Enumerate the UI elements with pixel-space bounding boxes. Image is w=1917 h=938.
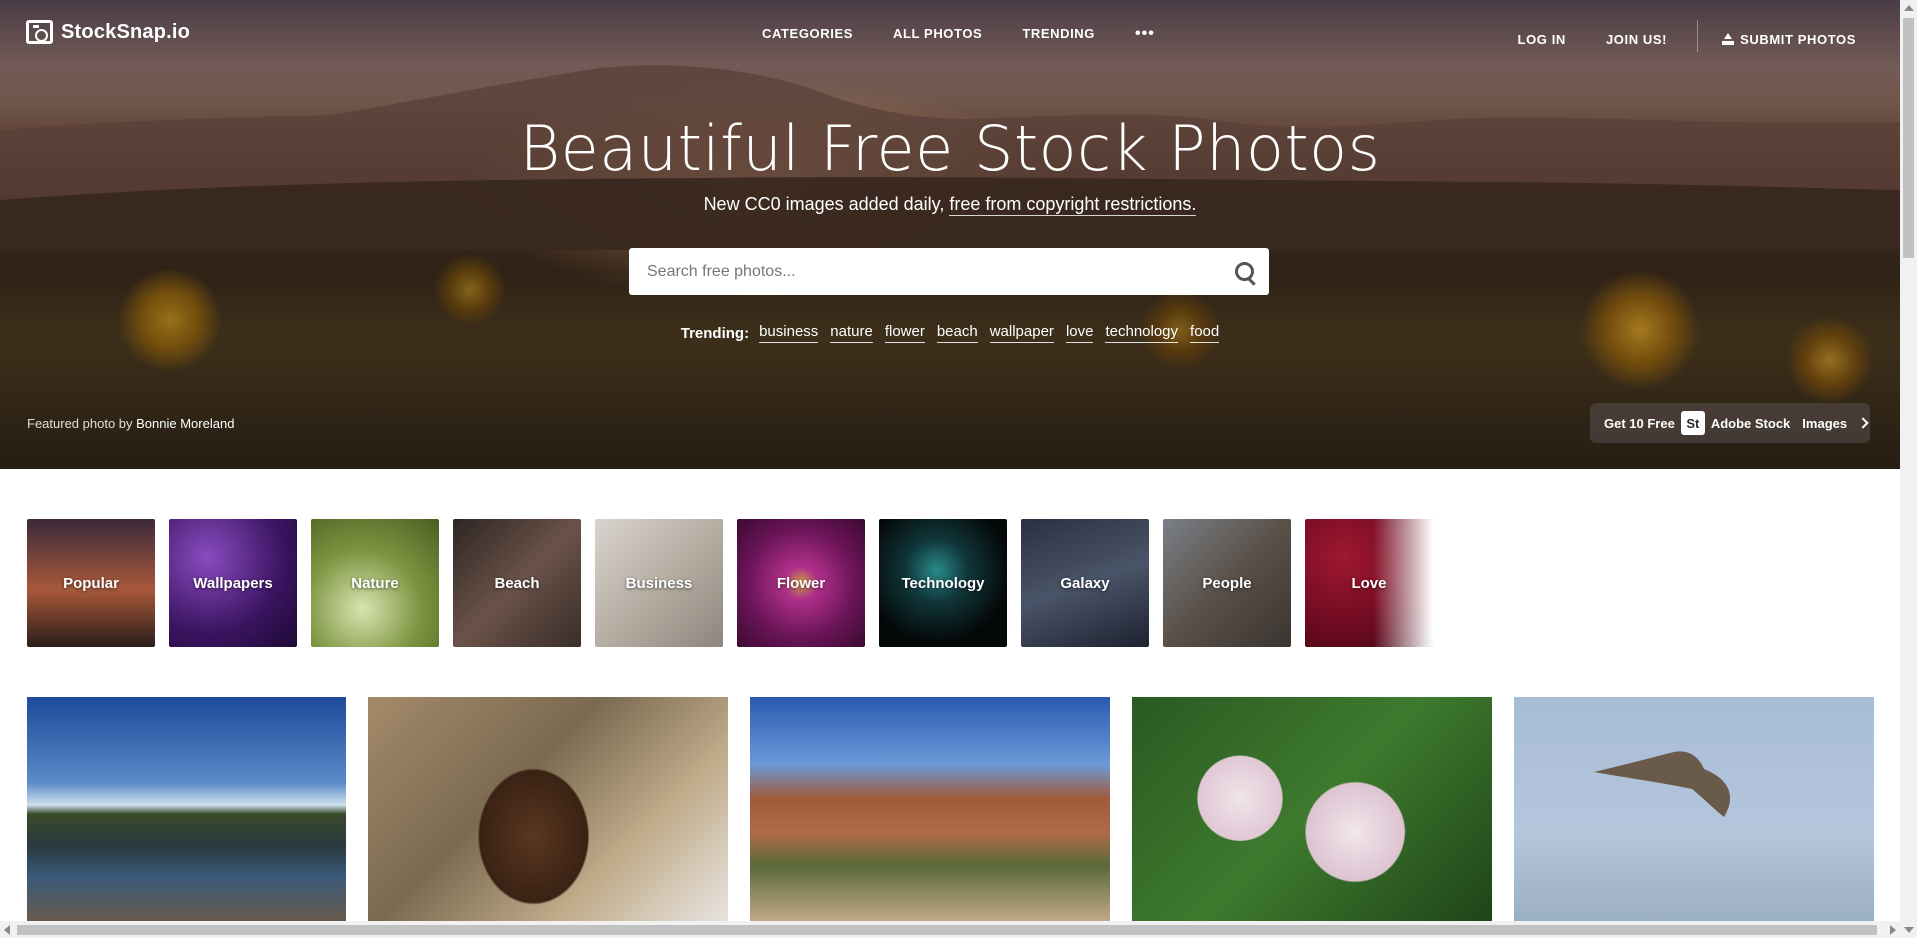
copyright-link[interactable]: free from copyright restrictions. <box>949 194 1197 216</box>
category-tile-galaxy[interactable]: Galaxy <box>1021 519 1149 647</box>
adobe-suffix: Images <box>1802 415 1848 431</box>
scrollbar-thumb[interactable] <box>17 925 1877 935</box>
hero-title: Beautiful Free Stock Photos <box>519 112 1381 185</box>
category-label: People <box>1202 574 1252 592</box>
trending-label: Trending: <box>680 324 750 342</box>
category-tiles: Popular Wallpapers Nature Beach Business… <box>27 519 1433 647</box>
category-tile-people[interactable]: People <box>1163 519 1291 647</box>
login-link[interactable]: LOG IN <box>1518 32 1566 47</box>
category-label: Love <box>1351 574 1387 592</box>
horizontal-scrollbar[interactable] <box>0 921 1900 938</box>
search-bar <box>629 248 1269 295</box>
category-label: Nature <box>351 574 399 592</box>
category-label: Flower <box>776 574 826 592</box>
hero-banner: StockSnap.io CATEGORIES ALL PHOTOS TREND… <box>0 0 1900 469</box>
vertical-scrollbar[interactable] <box>1900 0 1917 938</box>
adobe-stock-logo-icon: St <box>1680 411 1705 435</box>
camera-icon <box>26 20 53 44</box>
more-menu-icon[interactable]: ••• <box>1135 25 1155 41</box>
category-tile-flower[interactable]: Flower <box>737 519 865 647</box>
category-tile-wallpapers[interactable]: Wallpapers <box>169 519 297 647</box>
trending-tag-nature[interactable]: nature <box>830 323 873 343</box>
submit-photos-button[interactable]: SUBMIT PHOTOS <box>1722 32 1856 47</box>
bird-silhouette <box>1594 751 1731 817</box>
photo-grid <box>27 697 1874 922</box>
account-nav: LOG IN JOIN US! SUBMIT PHOTOS <box>1478 20 1856 52</box>
chevron-right-icon <box>1857 417 1869 429</box>
trending-tag-business[interactable]: business <box>759 323 819 343</box>
trending-tag-wallpaper[interactable]: wallpaper <box>989 323 1054 343</box>
nav-all-photos[interactable]: ALL PHOTOS <box>893 26 982 41</box>
adobe-stock-promo-button[interactable]: Get 10 Free St Adobe Stock Images <box>1590 403 1870 443</box>
adobe-brand: Adobe Stock <box>1710 415 1791 431</box>
scroll-right-icon[interactable] <box>1890 925 1896 935</box>
trending-tag-food[interactable]: food <box>1190 323 1220 343</box>
adobe-prefix: Get 10 Free <box>1604 415 1675 431</box>
nav-trending[interactable]: TRENDING <box>1022 26 1095 41</box>
category-label: Technology <box>901 574 985 592</box>
nav-divider <box>1697 20 1699 52</box>
photo-thumbnail-flowers[interactable] <box>1132 697 1492 922</box>
nav-categories[interactable]: CATEGORIES <box>762 26 853 41</box>
trending-tags: Trending: business nature flower beach w… <box>0 323 1900 343</box>
category-tile-love[interactable]: Love <box>1305 519 1433 647</box>
category-label: Galaxy <box>1060 574 1110 592</box>
hero-overlay <box>0 0 1900 469</box>
scroll-up-icon[interactable] <box>1904 5 1914 11</box>
photo-thumbnail-portrait[interactable] <box>368 697 728 922</box>
trending-tag-flower[interactable]: flower <box>884 323 925 343</box>
join-link[interactable]: JOIN US! <box>1606 32 1667 47</box>
category-tile-beach[interactable]: Beach <box>453 519 581 647</box>
logo[interactable]: StockSnap.io <box>26 20 190 44</box>
category-label: Business <box>625 574 693 592</box>
photo-thumbnail-bird[interactable] <box>1514 697 1874 922</box>
category-label: Beach <box>494 574 540 592</box>
category-tile-nature[interactable]: Nature <box>311 519 439 647</box>
category-tile-technology[interactable]: Technology <box>879 519 1007 647</box>
photo-thumbnail-lake[interactable] <box>27 697 346 922</box>
search-icon[interactable] <box>1225 248 1269 295</box>
photo-thumbnail-canyon[interactable] <box>750 697 1110 922</box>
search-input[interactable] <box>629 248 1225 295</box>
category-tile-business[interactable]: Business <box>595 519 723 647</box>
submit-photos-label: SUBMIT PHOTOS <box>1740 31 1856 47</box>
scroll-down-icon[interactable] <box>1904 927 1914 933</box>
featured-photo-credit: Featured photo by Bonnie Moreland <box>27 416 234 431</box>
hero-subtitle: New CC0 images added daily, free from co… <box>0 194 1900 216</box>
top-navigation: StockSnap.io CATEGORIES ALL PHOTOS TREND… <box>0 0 1900 68</box>
trending-tag-beach[interactable]: beach <box>936 323 978 343</box>
logo-text: StockSnap.io <box>61 20 191 43</box>
trending-tag-technology[interactable]: technology <box>1105 323 1179 343</box>
trending-tag-love[interactable]: love <box>1065 323 1094 343</box>
hero-subtitle-text: New CC0 images added daily, <box>703 194 950 214</box>
featured-author-link[interactable]: Bonnie Moreland <box>136 416 234 431</box>
category-label: Popular <box>63 574 119 592</box>
category-label: Wallpapers <box>193 574 273 592</box>
scrollbar-thumb[interactable] <box>1903 18 1914 258</box>
category-tile-popular[interactable]: Popular <box>27 519 155 647</box>
featured-prefix: Featured photo by <box>27 416 137 431</box>
scroll-left-icon[interactable] <box>4 925 10 935</box>
primary-nav: CATEGORIES ALL PHOTOS TRENDING ••• <box>762 25 1155 41</box>
upload-icon <box>1722 33 1735 45</box>
